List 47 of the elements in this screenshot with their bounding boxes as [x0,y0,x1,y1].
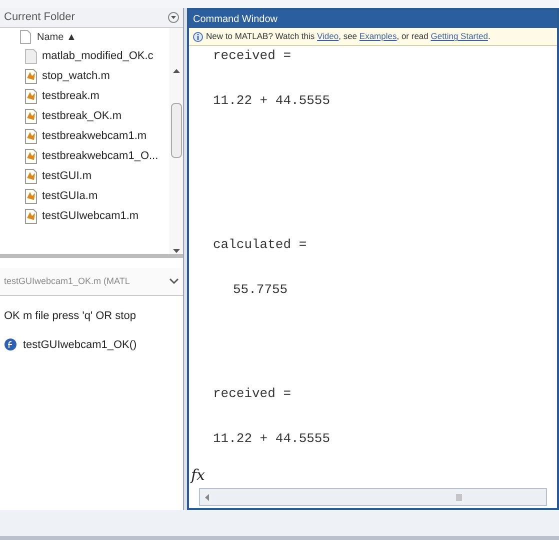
m-file-icon [24,168,38,184]
file-row[interactable]: matlab_modified_OK.c [0,46,169,66]
horizontal-scrollbar[interactable] [199,488,547,506]
scroll-left-icon[interactable] [204,494,209,500]
m-file-icon [24,68,38,84]
output-line: received = [213,47,292,65]
chevron-icon[interactable] [169,278,179,285]
scroll-thumb[interactable] [170,103,182,158]
info-icon [193,32,203,42]
prompt-label: fx [191,464,206,486]
scroll-up-icon[interactable] [172,68,180,73]
file-row[interactable]: testGUIa.m [0,186,169,206]
file-row[interactable]: testbreakwebcam1.m [0,126,169,146]
document-icon [20,30,31,44]
scroll-down-icon[interactable] [172,249,180,254]
m-file-icon [24,128,38,144]
document-icon [24,48,38,64]
file-row[interactable]: testbreakwebcam1_O... [0,146,169,166]
column-header[interactable]: Name ▲ [37,30,76,44]
output-line: calculated = [213,236,307,254]
m-file-icon [24,108,38,124]
file-row[interactable]: testbreak.m [0,86,169,106]
dropdown-icon[interactable] [168,12,179,23]
details-title: testGUIwebcam1_OK.m (MATL [4,274,130,288]
title-bar: Command Window [189,10,557,28]
file-row[interactable]: testbreak_OK.m [0,106,169,126]
function-name[interactable]: testGUIwebcam1_OK() [23,336,137,353]
output-line: received = [213,385,292,403]
grip-icon[interactable] [456,494,462,500]
m-file-icon [24,88,38,104]
panel-title: Current Folder [4,10,75,26]
m-file-icon [24,208,38,224]
file-row[interactable]: stop_watch.m [0,66,169,86]
scrollbar[interactable] [169,28,183,254]
link[interactable]: Getting Started [430,31,488,42]
file-row[interactable]: testGUI.m [0,166,169,186]
link[interactable]: Video [317,31,339,42]
file-description: OK m file press 'q' OR stop [3,309,137,324]
output-line: 11.22 + 44.5555 [213,430,330,448]
file-row[interactable]: testGUIwebcam1.m [0,206,169,226]
function-icon [4,338,17,352]
info-message: New to MATLAB? Watch this Video, see Examples, or read Getting Started. [206,30,490,43]
link[interactable]: Examples [359,31,397,42]
output-line: 11.22 + 44.5555 [213,92,330,110]
output-line: 55.7755 [233,281,288,299]
m-file-icon [24,148,38,164]
m-file-icon [24,188,38,204]
